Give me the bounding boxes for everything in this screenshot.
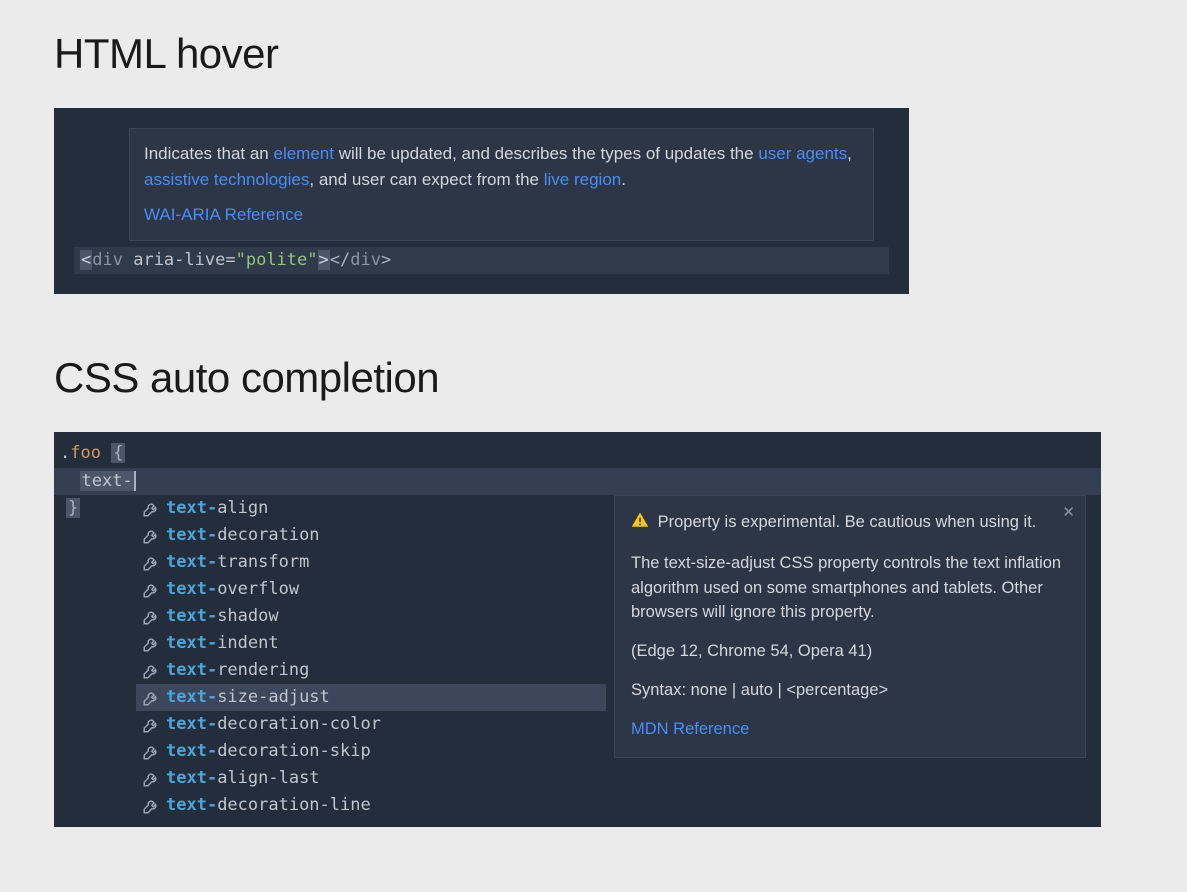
code-line-css-close[interactable]: } [60,495,86,523]
code-attr: aria-live [133,250,225,270]
section-heading-html-hover: HTML hover [54,30,1133,78]
hover-link-user-agents[interactable]: user agents [758,144,847,163]
hover-text: . [621,170,626,189]
hover-text: , and user can expect from the [309,170,543,189]
suggestion-rest: size-adjust [217,685,330,711]
suggestion-rest: decoration-color [217,712,381,738]
hover-link-element[interactable]: element [273,144,333,163]
autocomplete-item[interactable]: text-size-adjust [136,684,606,711]
hover-text: , [847,144,852,163]
hover-tooltip: Indicates that an element will be update… [129,128,874,241]
section-heading-css-auto: CSS auto completion [54,354,1133,402]
hover-link-assistive[interactable]: assistive technologies [144,170,309,189]
autocomplete-item[interactable]: text-decoration-skip [136,738,606,765]
code-punctuation: </ [330,250,350,270]
wrench-icon [142,716,160,734]
suggestion-prefix: text- [166,604,217,630]
code-quote: " [307,250,317,270]
info-support: (Edge 12, Chrome 54, Opera 41) [631,639,1069,664]
suggestion-rest: align-last [217,766,319,792]
code-tag: div [92,250,123,270]
code-space [101,443,111,463]
suggestion-rest: indent [217,631,278,657]
hover-reference-link[interactable]: WAI-ARIA Reference [144,202,303,228]
suggestion-prefix: text- [166,496,217,522]
hover-link-live-region[interactable]: live region [544,170,622,189]
code-equals: = [225,250,235,270]
hover-text: Indicates that an [144,144,273,163]
code-punctuation: > [381,250,391,270]
suggestion-rest: rendering [217,658,309,684]
autocomplete-info-panel: ✕ Property is experimental. Be cautious … [614,495,1086,758]
suggestion-prefix: text- [166,550,217,576]
warning-icon [631,511,649,537]
autocomplete-item[interactable]: text-rendering [136,657,606,684]
code-string: polite [246,250,307,270]
wrench-icon [142,500,160,518]
wrench-icon [142,635,160,653]
html-hover-editor: Indicates that an element will be update… [54,108,909,294]
suggestion-prefix: text- [166,712,217,738]
suggestion-prefix: text- [166,685,217,711]
autocomplete-item[interactable]: text-decoration-color [136,711,606,738]
wrench-icon [142,554,160,572]
suggestion-rest: overflow [217,577,299,603]
code-brace: { [111,443,125,463]
suggestion-rest: shadow [217,604,278,630]
wrench-icon [142,581,160,599]
suggestion-prefix: text- [166,631,217,657]
code-punctuation: > [318,250,330,270]
autocomplete-item[interactable]: text-decoration [136,522,606,549]
wrench-icon [142,743,160,761]
mdn-reference-link[interactable]: MDN Reference [631,720,749,738]
suggestion-prefix: text- [166,523,217,549]
code-indent [60,471,80,491]
close-icon[interactable]: ✕ [1062,502,1075,525]
suggestion-rest: decoration-skip [217,739,371,765]
info-syntax: Syntax: none | auto | <percentage> [631,678,1069,703]
wrench-icon [142,527,160,545]
suggestion-prefix: text- [166,658,217,684]
suggestion-rest: align [217,496,268,522]
autocomplete-list: text-aligntext-decorationtext-transformt… [136,495,606,819]
suggestion-rest: decoration [217,523,319,549]
autocomplete-item[interactable]: text-transform [136,549,606,576]
code-dot: . [60,443,70,463]
css-auto-editor: .foo { text- } text-aligntext-decoration… [54,432,1101,827]
code-space [123,250,133,270]
autocomplete-item[interactable]: text-indent [136,630,606,657]
wrench-icon [142,770,160,788]
suggestion-rest: decoration-line [217,793,371,819]
code-typed-prefix: text- [80,471,135,491]
wrench-icon [142,662,160,680]
autocomplete-item[interactable]: text-decoration-line [136,792,606,819]
code-selector: foo [70,443,101,463]
suggestion-prefix: text- [166,577,217,603]
suggestion-prefix: text- [166,739,217,765]
code-brace: } [66,498,80,518]
wrench-icon [142,797,160,815]
code-tag: div [350,250,381,270]
wrench-icon [142,689,160,707]
autocomplete-item[interactable]: text-align [136,495,606,522]
autocomplete-item[interactable]: text-overflow [136,576,606,603]
code-punctuation: < [80,250,92,270]
info-warning-text: Property is experimental. Be cautious wh… [658,513,1037,531]
suggestion-prefix: text- [166,766,217,792]
code-line-html[interactable]: <div aria-live="polite"></div> [74,247,889,275]
code-line-css-typing[interactable]: text- [54,468,1101,496]
autocomplete-item[interactable]: text-shadow [136,603,606,630]
suggestion-prefix: text- [166,793,217,819]
hover-text: will be updated, and describes the types… [334,144,758,163]
info-description: The text-size-adjust CSS property contro… [631,551,1069,625]
wrench-icon [142,608,160,626]
suggestion-rest: transform [217,550,309,576]
code-quote: " [236,250,246,270]
code-line-css-selector[interactable]: .foo { [54,440,1101,468]
autocomplete-item[interactable]: text-align-last [136,765,606,792]
